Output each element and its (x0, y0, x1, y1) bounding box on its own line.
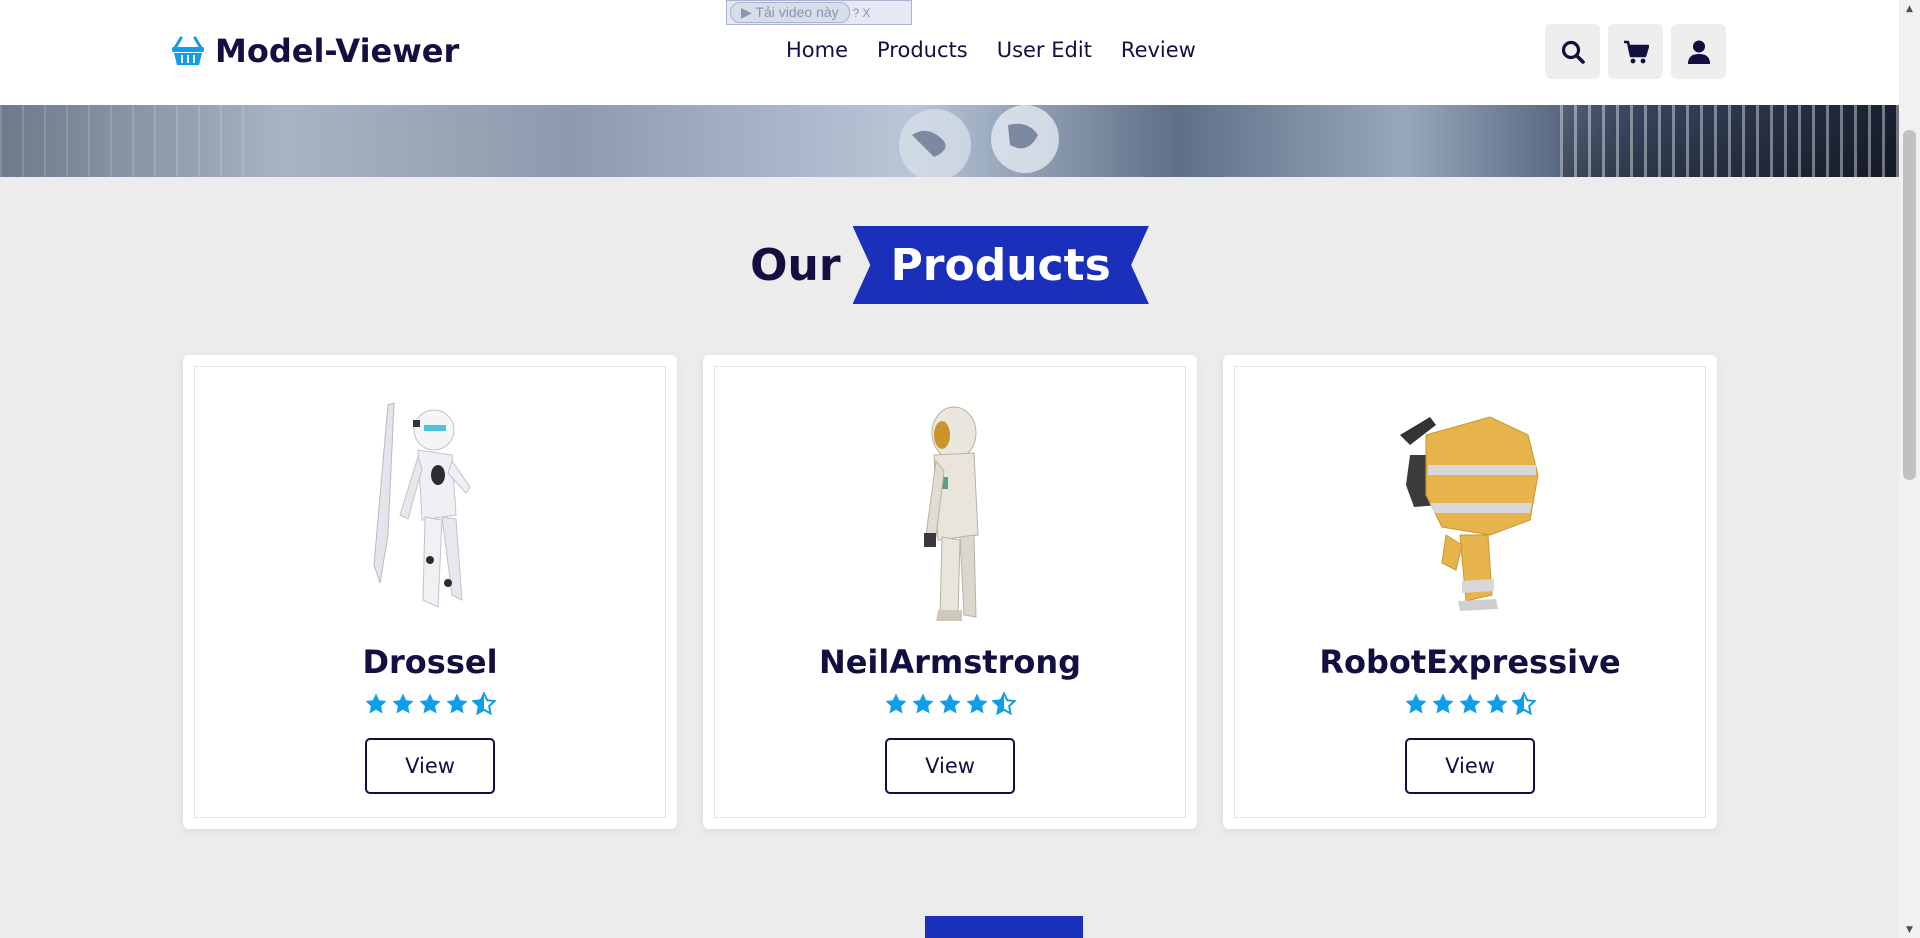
star-icon (966, 693, 988, 714)
star-icon (1432, 693, 1454, 714)
user-icon (1687, 40, 1710, 64)
next-section-ribbon (925, 916, 1083, 938)
star-icon (939, 693, 961, 714)
view-button[interactable]: View (885, 738, 1015, 794)
heading-ribbon: Products (852, 226, 1149, 304)
star-half-icon (1512, 692, 1536, 716)
star-icon (446, 693, 468, 714)
star-icon (1405, 693, 1427, 714)
product-model-robotexpressive[interactable] (1370, 395, 1570, 625)
globe-graphic (899, 105, 1059, 177)
star-icon (392, 693, 414, 714)
product-name: NeilArmstrong (818, 643, 1082, 681)
shopping-basket-icon (172, 36, 204, 65)
help-icon[interactable]: ? (853, 6, 860, 20)
nav-user-edit[interactable]: User Edit (997, 38, 1092, 62)
product-rating (715, 692, 1185, 716)
product-rating (195, 692, 665, 716)
scroll-thumb[interactable] (1903, 130, 1916, 480)
search-icon (1561, 40, 1585, 64)
header-actions (1545, 24, 1726, 79)
brand-logo[interactable]: Model-Viewer (171, 32, 459, 70)
product-card: NeilArmstrong View (703, 355, 1197, 829)
view-button[interactable]: View (365, 738, 495, 794)
star-icon (419, 693, 441, 714)
scroll-up-arrow-icon[interactable]: ▲ (1899, 0, 1920, 17)
product-rating (1235, 692, 1705, 716)
nav-review[interactable]: Review (1121, 38, 1196, 62)
product-name: RobotExpressive (1319, 643, 1621, 681)
heading-our: Our (750, 239, 841, 291)
star-half-icon (992, 692, 1016, 716)
product-card: Drossel View (183, 355, 677, 829)
close-icon[interactable]: X (862, 6, 870, 20)
section-heading: Our Products (0, 226, 1899, 304)
search-button[interactable] (1545, 24, 1600, 79)
product-grid: Drossel View NeilArmstrong View RobotExp… (183, 355, 1717, 829)
video-download-widget: ▶ Tải video này ? X (726, 0, 912, 25)
star-half-icon (472, 692, 496, 716)
star-icon (365, 693, 387, 714)
star-icon (885, 693, 907, 714)
star-icon (1486, 693, 1508, 714)
brand-name: Model-Viewer (215, 32, 460, 70)
heading-products: Products (890, 239, 1111, 291)
page-scrollbar[interactable]: ▲ ▼ (1899, 0, 1920, 938)
product-model-drossel[interactable] (330, 395, 530, 625)
scroll-down-arrow-icon[interactable]: ▼ (1899, 921, 1920, 938)
product-name: Drossel (362, 643, 498, 681)
nav-home[interactable]: Home (786, 38, 848, 62)
cart-button[interactable] (1608, 24, 1663, 79)
star-icon (912, 693, 934, 714)
nav-products[interactable]: Products (877, 38, 968, 62)
hero-banner-image (0, 105, 1899, 177)
user-button[interactable] (1671, 24, 1726, 79)
cart-icon (1623, 40, 1649, 63)
view-button[interactable]: View (1405, 738, 1535, 794)
main-nav: Home Products User Edit Review (786, 38, 1196, 62)
product-model-neilarmstrong[interactable] (850, 395, 1050, 625)
download-video-button[interactable]: ▶ Tải video này (730, 2, 850, 23)
site-header: Model-Viewer Home Products User Edit Rev… (0, 0, 1899, 105)
star-icon (1459, 693, 1481, 714)
product-card: RobotExpressive View (1223, 355, 1717, 829)
